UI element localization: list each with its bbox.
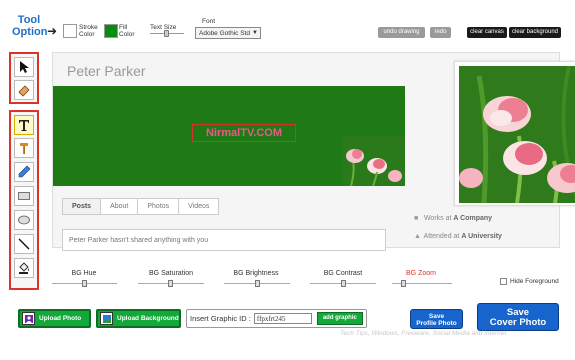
upload-background-button[interactable]: Upload Background [96,309,181,328]
works-at-row: ■ Works at A Company [414,215,492,222]
text-size-slider-thumb[interactable] [164,30,169,37]
hammer-icon[interactable] [14,138,34,158]
stroke-color-swatch[interactable] [63,24,77,38]
line-icon[interactable] [14,234,34,254]
hide-foreground-label: Hide Foreground [510,278,559,285]
attended-at-label: Attended at [423,233,460,240]
tab-posts[interactable]: Posts [62,198,102,215]
tool-palette-drawing [9,110,39,290]
bg-hue-label: BG Hue [71,270,97,277]
tulip-profile-image [459,66,575,203]
fill-bucket-icon[interactable] [14,258,34,278]
eraser-icon[interactable] [14,80,34,100]
bg-brightness-thumb[interactable] [255,280,260,287]
works-at-label: Works at [423,215,452,222]
profile-name: Peter Parker [67,63,146,79]
status-message: Peter Parker hasn't shared anything with… [62,229,386,251]
tool-option-label: Tool Option [12,14,48,38]
briefcase-icon: ■ [414,215,419,222]
profile-photo-frame[interactable] [454,61,575,206]
bg-zoom-thumb[interactable] [401,280,406,287]
bg-saturation-thumb[interactable] [168,280,173,287]
attended-at-row: ▲ Attended at A University [414,233,502,240]
font-label: Font [202,18,216,25]
undo-drawing-button[interactable]: undo drawing [378,27,425,38]
select-arrow-icon[interactable] [14,57,34,77]
save-cover-photo-button[interactable]: Save Cover Photo [477,303,559,331]
clear-canvas-button[interactable]: clear canvas [467,27,507,38]
bg-contrast-thumb[interactable] [341,280,346,287]
chevron-down-icon: ▼ [252,30,258,36]
tool-palette-selection [9,52,39,104]
profile-canvas[interactable]: Peter Parker ■ Works at A Company ▲ Atte… [52,52,575,248]
tab-about[interactable]: About [100,198,139,215]
save-profile-line2: Profile Photo [416,320,457,327]
redo-button[interactable]: redo [430,27,451,38]
hide-foreground-toggle[interactable]: Hide Foreground [500,278,559,285]
watermark-text-box[interactable]: NirmalTV.COM [192,124,296,142]
pencil-icon[interactable] [14,162,34,182]
save-cover-line2: Cover Photo [489,317,547,328]
upload-photo-label: Upload Photo [39,315,82,322]
profile-photo [459,66,575,203]
bg-brightness-label: BG Brightness [233,270,279,277]
bg-saturation-label: BG Saturation [149,270,193,277]
save-profile-line1: Save [428,313,445,320]
graphic-id-input[interactable]: ffpxfrt245 [253,313,312,324]
text-icon[interactable] [14,115,34,135]
save-profile-photo-button[interactable]: Save Profile Photo [410,309,463,329]
bg-contrast-label: BG Contrast [323,270,363,277]
works-at-value: A Company [453,215,493,222]
hide-foreground-checkbox[interactable] [500,278,507,285]
stroke-color-label: Stroke Color [79,24,98,38]
rectangle-icon[interactable] [14,186,34,206]
graduation-cap-icon: ▲ [414,233,421,240]
upload-photo-button[interactable]: Upload Photo [18,309,91,328]
bg-zoom-label: BG Zoom [406,270,436,277]
add-graphic-button[interactable]: add graphic [316,312,363,325]
tab-videos[interactable]: Videos [178,198,220,215]
font-select-value: Adobe Gothic Std [199,30,250,37]
fill-color-swatch[interactable] [104,24,118,38]
ellipse-icon[interactable] [14,210,34,230]
fill-color-label: Fill Color [119,24,135,38]
clear-background-button[interactable]: clear background [509,27,561,38]
upload-photo-icon [22,312,35,325]
upload-background-label: Upload Background [117,315,179,322]
bg-hue-thumb[interactable] [82,280,87,287]
insert-graphic-label: Insert Graphic ID : [190,314,251,323]
tab-photos[interactable]: Photos [137,198,180,215]
attended-at-value: A University [461,233,502,240]
insert-graphic-group: Insert Graphic ID : ffpxfrt245 add graph… [186,309,367,328]
profile-tabs: Posts About Photos Videos [62,198,220,215]
font-select[interactable]: Adobe Gothic Std ▼ [195,27,261,39]
tulip-flowers-image [343,136,405,186]
arrow-right-icon: ➜ [47,24,58,38]
upload-background-icon [100,312,113,325]
footer-watermark: Tech Tips, Windows, Freeware, Social Med… [340,330,507,337]
